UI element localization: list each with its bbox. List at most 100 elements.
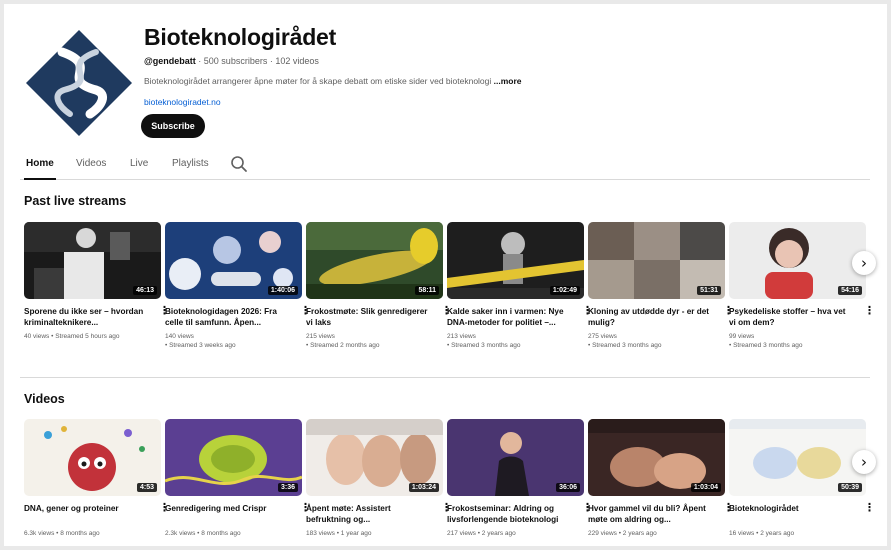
video-title[interactable]: Bioteknologirådet bbox=[729, 503, 854, 525]
video-thumbnail[interactable]: 51:31 bbox=[588, 222, 725, 299]
video-thumbnail[interactable]: 54:16 bbox=[729, 222, 866, 299]
video-thumbnail[interactable]: 1:03:04 bbox=[588, 419, 725, 496]
video-duration: 3:36 bbox=[277, 483, 298, 492]
video-card-6[interactable]: 50:39 Bioteknologirådet 16 views • 2 yea… bbox=[729, 419, 875, 538]
video-thumbnail[interactable]: 50:39 bbox=[729, 419, 866, 496]
live-card-1[interactable]: 46:13 Sporene du ikke ser – hvordan krim… bbox=[24, 222, 170, 341]
tab-live[interactable]: Live bbox=[130, 158, 148, 169]
video-thumbnail[interactable]: 1:02:49 bbox=[447, 222, 584, 299]
video-thumbnail[interactable]: 1:40:06 bbox=[165, 222, 302, 299]
channel-handle: @gendebatt bbox=[144, 56, 196, 66]
video-meta: 217 views • 2 years ago bbox=[447, 529, 584, 538]
channel-name: Bioteknologirådet bbox=[144, 24, 337, 50]
video-title[interactable]: Sporene du ikke ser – hvordan kriminalte… bbox=[24, 306, 149, 328]
video-title[interactable]: Åpent møte: Assistert befruktning og... bbox=[306, 503, 431, 525]
live-card-6[interactable]: 54:16 Psykedeliske stoffer – hva vet vi … bbox=[729, 222, 875, 350]
stream-age: • Streamed 5 hours ago bbox=[51, 333, 120, 340]
video-age: • 8 months ago bbox=[56, 530, 100, 537]
search-icon[interactable] bbox=[230, 155, 248, 173]
view-count: 6.3k views bbox=[24, 530, 55, 537]
view-count: 275 views bbox=[588, 333, 617, 340]
description-text: Bioteknologirådet arrangerer åpne møter … bbox=[144, 76, 492, 86]
video-age: • 8 months ago bbox=[197, 530, 241, 537]
video-duration: 1:03:24 bbox=[408, 483, 439, 492]
video-duration: 50:39 bbox=[838, 483, 862, 492]
video-age: • 1 year ago bbox=[336, 530, 372, 537]
view-count: 217 views bbox=[447, 530, 476, 537]
more-vert-icon[interactable]: ⋮ bbox=[864, 306, 875, 317]
video-duration: 36:06 bbox=[556, 483, 580, 492]
video-thumbnail[interactable]: 46:13 bbox=[24, 222, 161, 299]
video-meta: 6.3k views • 8 months ago bbox=[24, 529, 161, 538]
stream-age: • Streamed 3 weeks ago bbox=[165, 342, 236, 349]
video-title[interactable]: Hvor gammel vil du bli? Åpent møte om al… bbox=[588, 503, 713, 525]
video-thumbnail[interactable]: 36:06 bbox=[447, 419, 584, 496]
video-title[interactable]: Frokostmøte: Slik genredigerer vi laks bbox=[306, 306, 431, 328]
video-meta: 16 views • 2 years ago bbox=[729, 529, 866, 538]
video-age: • 2 years ago bbox=[756, 530, 795, 537]
video-duration: 54:16 bbox=[838, 286, 862, 295]
video-duration: 58:11 bbox=[415, 286, 439, 295]
channel-tabs: Home Videos Live Playlists bbox=[20, 150, 870, 180]
channel-logo[interactable] bbox=[24, 28, 134, 138]
live-card-2[interactable]: 1:40:06 Bioteknologidagen 2026: Fra cell… bbox=[165, 222, 311, 350]
video-card-3[interactable]: 1:03:24 Åpent møte: Assistert befruktnin… bbox=[306, 419, 452, 538]
tab-home[interactable]: Home bbox=[26, 158, 54, 169]
channel-page: Bioteknologirådet @gendebatt · 500 subsc… bbox=[4, 4, 887, 546]
view-count: 215 views bbox=[306, 333, 335, 340]
video-meta: 215 views • Streamed 2 months ago bbox=[306, 332, 443, 350]
dna-logo-icon bbox=[26, 30, 132, 136]
active-tab-indicator bbox=[24, 178, 56, 180]
video-title[interactable]: Psykedeliske stoffer – hva vet vi om dem… bbox=[729, 306, 854, 328]
video-thumbnail[interactable]: 1:03:24 bbox=[306, 419, 443, 496]
channel-link[interactable]: bioteknologiradet.no bbox=[144, 97, 221, 107]
live-card-4[interactable]: 1:02:49 Kalde saker inn i varmen: Nye DN… bbox=[447, 222, 593, 350]
section-divider bbox=[20, 377, 870, 378]
channel-description[interactable]: Bioteknologirådet arrangerer åpne møter … bbox=[144, 76, 544, 86]
video-age: • 2 years ago bbox=[618, 530, 657, 537]
video-title[interactable]: DNA, gener og proteiner bbox=[24, 503, 149, 525]
more-link[interactable]: ...more bbox=[494, 76, 522, 86]
view-count: 40 views bbox=[24, 333, 50, 340]
video-card-1[interactable]: 4:53 DNA, gener og proteiner 6.3k views … bbox=[24, 419, 170, 538]
video-title[interactable]: Frokostseminar: Aldring og livsforlengen… bbox=[447, 503, 572, 525]
video-card-2[interactable]: 3:36 Genredigering med Crispr 2.3k views… bbox=[165, 419, 311, 538]
video-meta: 40 views • Streamed 5 hours ago bbox=[24, 332, 161, 341]
video-thumbnail[interactable]: 4:53 bbox=[24, 419, 161, 496]
video-meta: 275 views • Streamed 3 months ago bbox=[588, 332, 725, 350]
stream-age: • Streamed 3 months ago bbox=[588, 342, 662, 349]
video-meta: 213 views • Streamed 3 months ago bbox=[447, 332, 584, 350]
video-meta: 99 views • Streamed 3 months ago bbox=[729, 332, 866, 350]
view-count: 140 views bbox=[165, 333, 194, 340]
view-count: 16 views bbox=[729, 530, 755, 537]
video-meta: 229 views • 2 years ago bbox=[588, 529, 725, 538]
tab-videos[interactable]: Videos bbox=[76, 158, 106, 169]
tab-playlists[interactable]: Playlists bbox=[172, 158, 209, 169]
video-meta: 140 views • Streamed 3 weeks ago bbox=[165, 332, 302, 350]
video-duration: 1:40:06 bbox=[267, 286, 298, 295]
section-title-videos: Videos bbox=[24, 392, 65, 406]
subscribe-button[interactable]: Subscribe bbox=[141, 114, 205, 138]
chevron-right-icon[interactable]: › bbox=[852, 251, 876, 275]
live-card-3[interactable]: 58:11 Frokostmøte: Slik genredigerer vi … bbox=[306, 222, 452, 350]
stream-age: • Streamed 2 months ago bbox=[306, 342, 380, 349]
video-thumbnail[interactable]: 3:36 bbox=[165, 419, 302, 496]
section-title-live: Past live streams bbox=[24, 194, 127, 208]
chevron-right-icon[interactable]: › bbox=[852, 450, 876, 474]
video-card-5[interactable]: 1:03:04 Hvor gammel vil du bli? Åpent mø… bbox=[588, 419, 734, 538]
video-title[interactable]: Bioteknologidagen 2026: Fra celle til sa… bbox=[165, 306, 290, 328]
video-age: • 2 years ago bbox=[477, 530, 516, 537]
stream-age: • Streamed 3 months ago bbox=[729, 342, 803, 349]
view-count: 2.3k views bbox=[165, 530, 196, 537]
video-title[interactable]: Genredigering med Crispr bbox=[165, 503, 290, 525]
video-duration: 51:31 bbox=[697, 286, 721, 295]
video-duration: 4:53 bbox=[136, 483, 157, 492]
video-meta: 183 views • 1 year ago bbox=[306, 529, 443, 538]
video-thumbnail[interactable]: 58:11 bbox=[306, 222, 443, 299]
video-duration: 46:13 bbox=[133, 286, 157, 295]
live-card-5[interactable]: 51:31 Kloning av utdødde dyr - er det mu… bbox=[588, 222, 734, 350]
video-title[interactable]: Kloning av utdødde dyr - er det mulig? bbox=[588, 306, 713, 328]
video-card-4[interactable]: 36:06 Frokostseminar: Aldring og livsfor… bbox=[447, 419, 593, 538]
video-title[interactable]: Kalde saker inn i varmen: Nye DNA-metode… bbox=[447, 306, 572, 328]
more-vert-icon[interactable]: ⋮ bbox=[864, 503, 875, 514]
